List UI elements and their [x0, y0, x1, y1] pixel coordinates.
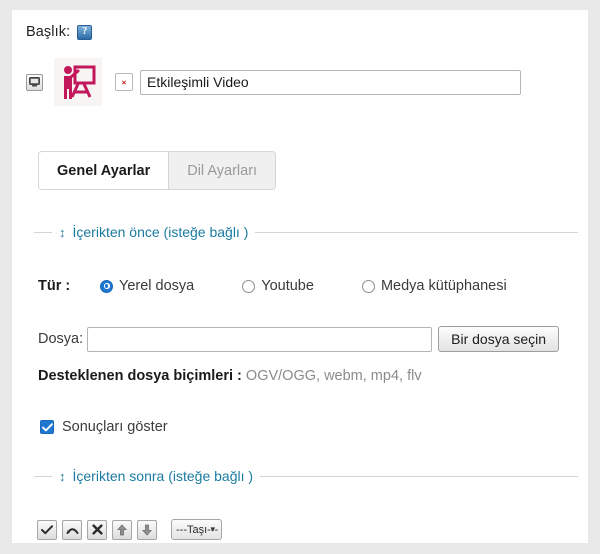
remove-activity-button[interactable]: [115, 73, 133, 91]
move-down-arrow-icon[interactable]: [137, 519, 157, 540]
legend-left-dash: [34, 475, 52, 477]
move-up-arrow-icon[interactable]: [112, 519, 132, 540]
supported-formats-value: OGV/OGG, webm, mp4, flv: [245, 368, 422, 384]
show-results-checkbox[interactable]: [40, 420, 54, 434]
tab-genel-ayarlar[interactable]: Genel Ayarlar: [39, 152, 169, 189]
interactive-video-presenter-icon: [54, 58, 102, 106]
file-label: Dosya:: [38, 331, 84, 347]
screen-settings-icon[interactable]: [26, 73, 43, 91]
tab-dil-ayarlari[interactable]: Dil Ayarları: [168, 152, 276, 189]
media-type-row: Tür : Yerel dosya Youtube Medya kütüphan…: [38, 278, 507, 294]
supported-formats: Desteklenen dosya biçimleri : OGV/OGG, w…: [38, 368, 422, 384]
radio-label: Yerel dosya: [119, 278, 195, 294]
radio-label: Medya kütüphanesi: [380, 278, 507, 294]
drag-handle-icon[interactable]: ↕: [59, 226, 66, 239]
before-content-legend: ↕ İçerikten önce (isteğe bağlı ): [34, 224, 578, 240]
radio-youtube[interactable]: Youtube: [242, 278, 314, 294]
settings-tabs: Genel Ayarlar Dil Ayarları: [38, 151, 277, 190]
radio-indicator: [361, 279, 375, 293]
bottom-toolbar: ---Taşı--- ▾: [37, 519, 222, 540]
before-content-legend-label: İçerikten önce (isteğe bağlı ): [72, 224, 249, 240]
radio-label: Youtube: [261, 278, 314, 294]
confirm-check-icon[interactable]: [37, 519, 57, 540]
after-content-legend: ↕ İçerikten sonra (isteğe bağlı ): [34, 468, 578, 484]
choose-file-button[interactable]: Bir dosya seçin: [438, 326, 560, 352]
show-results-label: Sonuçları göster: [62, 419, 168, 435]
drag-handle-icon[interactable]: ↕: [59, 470, 66, 483]
activity-title-input[interactable]: [140, 69, 521, 95]
radio-yerel-dosya[interactable]: Yerel dosya: [100, 278, 194, 294]
supported-formats-label: Desteklenen dosya biçimleri :: [38, 368, 242, 384]
page-title: Başlık:: [26, 24, 71, 40]
file-path-input[interactable]: [87, 326, 433, 352]
radio-indicator-selected: [100, 279, 113, 293]
legend-right-line: [255, 231, 578, 233]
show-results-row[interactable]: Sonuçları göster: [40, 419, 168, 435]
move-select-wrapper: ---Taşı--- ▾: [162, 519, 222, 540]
settings-panel: Başlık: ? Etkileşimli Video Genel Ayarla…: [12, 10, 588, 543]
help-question-icon[interactable]: ?: [77, 24, 93, 40]
legend-right-line: [260, 475, 578, 477]
radio-indicator: [242, 279, 256, 293]
legend-left-dash: [34, 231, 52, 233]
move-select[interactable]: ---Taşı---: [171, 519, 222, 540]
delete-cross-icon[interactable]: [87, 519, 107, 540]
radio-medya-kutuphanesi[interactable]: Medya kütüphanesi: [361, 278, 507, 294]
after-content-legend-label: İçerikten sonra (isteğe bağlı ): [72, 468, 254, 484]
undo-arrow-icon[interactable]: [62, 519, 82, 540]
file-row: Dosya: Bir dosya seçin: [38, 326, 560, 352]
activity-title-row: [26, 58, 521, 106]
media-type-label: Tür :: [38, 278, 71, 294]
title-label-row: Başlık: ?: [26, 24, 93, 40]
